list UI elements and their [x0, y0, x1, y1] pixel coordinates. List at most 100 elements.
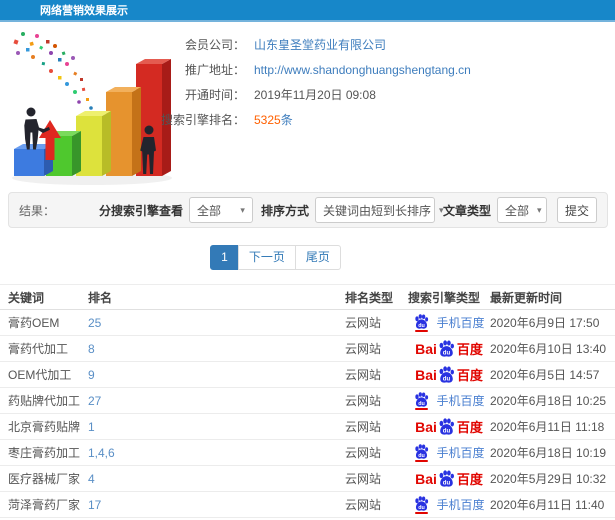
mobile-baidu-logo: du 手机百度	[413, 391, 485, 410]
engine-select[interactable]: 全部 ▾	[188, 197, 253, 223]
baidu-cn-text: 百度	[456, 472, 483, 487]
table-row: 北京膏药贴牌 1 云网站 Bai du 百度 2020年6月11日 11:18	[0, 414, 615, 440]
keyword-cell: 膏药OEM	[8, 316, 60, 330]
baidu-paw-icon: du	[438, 366, 455, 383]
page-1-button[interactable]: 1	[210, 245, 239, 270]
rank-link[interactable]: 1,4,6	[88, 446, 115, 460]
result-label: 结果：	[19, 203, 56, 218]
baidu-bai-text: Bai	[415, 340, 437, 357]
search-engine-cell: du 手机百度	[408, 495, 490, 514]
promotion-url-link[interactable]: http://www.shandonghuangshengtang.cn	[254, 63, 471, 77]
svg-text:du: du	[443, 480, 451, 487]
submit-button[interactable]: 提交	[556, 197, 597, 223]
baidu-logo: Bai du 百度	[415, 469, 483, 488]
svg-text:du: du	[419, 400, 426, 406]
rank-link[interactable]: 17	[88, 498, 101, 512]
mobile-baidu-label: 手机百度	[436, 446, 485, 460]
col-header-rank: 排名	[88, 290, 113, 305]
info-row-rank-count: 搜索引擎排名： 5325条	[150, 107, 471, 132]
mobile-baidu-logo: du 手机百度	[413, 495, 485, 514]
table-body: 膏药OEM 25 云网站 du 手机百度 2020年6月9日 17:50 膏药代…	[0, 310, 615, 518]
svg-text:du: du	[443, 350, 451, 357]
rank-link[interactable]: 1	[88, 420, 95, 434]
chevron-down-icon: ▾	[537, 204, 542, 215]
pagination: 1 下一页 尾页	[0, 245, 615, 270]
sort-select[interactable]: 关键词由短到长排序 ▾	[314, 197, 444, 223]
keyword-cell: 北京膏药贴牌	[8, 420, 81, 434]
table-row: 药贴牌代加工 27 云网站 du 手机百度 2020年6月18日 10:25	[0, 388, 615, 414]
table-row: 膏药代加工 8 云网站 Bai du 百度 2020年6月10日 13:40	[0, 336, 615, 362]
svg-text:du: du	[443, 376, 451, 383]
sort-filter-label: 排序方式	[260, 203, 309, 218]
table-row: 枣庄膏药加工 1,4,6 云网站 du 手机百度 2020年6月18日 10:1…	[0, 440, 615, 466]
paw-red-underline	[415, 511, 429, 514]
rank-link[interactable]: 8	[88, 342, 95, 356]
engine-filter-label: 分搜索引擎查看	[98, 203, 183, 218]
promotion-url-label: 推广地址：	[184, 63, 245, 77]
company-label: 会员公司：	[184, 38, 245, 52]
rank-count-number: 5325	[254, 113, 281, 127]
bar-yellow	[76, 111, 111, 176]
rank-type-cell: 云网站	[345, 472, 382, 486]
paw-red-underline	[415, 459, 429, 462]
search-engine-cell: Bai du 百度	[408, 365, 490, 384]
svg-text:du: du	[419, 452, 426, 458]
baidu-paw-icon: du	[438, 340, 455, 357]
mobile-baidu-paw-icon: du	[414, 313, 429, 332]
article-type-filter-label: 文章类型	[442, 203, 491, 218]
last-page-button[interactable]: 尾页	[294, 245, 341, 270]
rank-type-cell: 云网站	[345, 316, 382, 330]
company-link[interactable]: 山东皇圣堂药业有限公司	[254, 36, 386, 53]
keyword-cell: 药贴牌代加工	[8, 394, 81, 408]
svg-text:du: du	[419, 322, 426, 328]
baidu-bai-text: Bai	[415, 418, 437, 435]
table-row: 膏药OEM 25 云网站 du 手机百度 2020年6月9日 17:50	[0, 310, 615, 336]
paw-red-underline	[415, 407, 429, 410]
baidu-logo: Bai du 百度	[415, 365, 483, 384]
search-engine-cell: du 手机百度	[408, 313, 490, 332]
baidu-cn-text: 百度	[456, 368, 483, 383]
updated-time-cell: 2020年5月29日 10:32	[490, 472, 607, 486]
col-header-keyword: 关键词	[8, 290, 45, 305]
rank-count-suffix: 条	[280, 113, 293, 127]
sort-select-value: 关键词由短到长排序	[322, 203, 431, 218]
search-engine-cell: Bai du 百度	[408, 417, 490, 436]
page-title-bar: 网络营销效果展示	[0, 0, 615, 22]
rank-link[interactable]: 9	[88, 368, 95, 382]
keyword-cell: 医疗器械厂家	[8, 472, 81, 486]
search-engine-cell: Bai du 百度	[408, 469, 490, 488]
next-page-button[interactable]: 下一页	[237, 245, 296, 270]
updated-time-cell: 2020年6月11日 11:40	[490, 498, 605, 512]
mobile-baidu-paw-icon: du	[414, 443, 429, 462]
confetti-particles	[13, 32, 95, 120]
updated-time-cell: 2020年6月10日 13:40	[490, 342, 607, 356]
article-type-select[interactable]: 全部 ▾	[496, 197, 547, 223]
keyword-rank-table: 关键词 排名 排名类型 搜索引擎类型 最新更新时间 膏药OEM 25 云网站 d…	[0, 284, 615, 518]
rank-link[interactable]: 25	[88, 316, 101, 330]
page-title: 网络营销效果展示	[40, 5, 128, 17]
paw-red-underline	[415, 329, 429, 332]
rank-type-cell: 云网站	[345, 420, 382, 434]
rank-link[interactable]: 27	[88, 394, 101, 408]
svg-text:du: du	[443, 428, 451, 435]
info-row-open-time: 开通时间： 2019年11月20日 09:08	[150, 82, 471, 107]
filter-bar: 结果： 分搜索引擎查看 全部 ▾ 排序方式 关键词由短到长排序 ▾ 文章类型 全…	[8, 192, 608, 228]
updated-time-cell: 2020年6月18日 10:25	[490, 394, 607, 408]
mobile-baidu-label: 手机百度	[436, 498, 485, 512]
baidu-logo: Bai du 百度	[415, 417, 483, 436]
updated-time-cell: 2020年6月11日 11:18	[490, 420, 605, 434]
rank-link[interactable]: 4	[88, 472, 95, 486]
engine-select-value: 全部	[196, 203, 221, 218]
col-header-updated: 最新更新时间	[490, 290, 563, 305]
col-header-engine-type: 搜索引擎类型	[408, 290, 481, 305]
open-time-label: 开通时间：	[184, 88, 245, 102]
rank-type-cell: 云网站	[345, 498, 382, 512]
open-time-value: 2019年11月20日 09:08	[254, 88, 376, 102]
table-header-row: 关键词 排名 排名类型 搜索引擎类型 最新更新时间	[0, 284, 615, 310]
mobile-baidu-paw-icon: du	[414, 391, 429, 410]
keyword-cell: OEM代加工	[8, 368, 72, 382]
marketing-report-page: 网络营销效果展示 会员公司： 山东皇圣堂药业有限公司 推广地址： http://…	[0, 0, 615, 520]
baidu-bai-text: Bai	[415, 470, 437, 487]
search-engine-cell: Bai du 百度	[408, 339, 490, 358]
baidu-paw-icon: du	[438, 470, 455, 487]
